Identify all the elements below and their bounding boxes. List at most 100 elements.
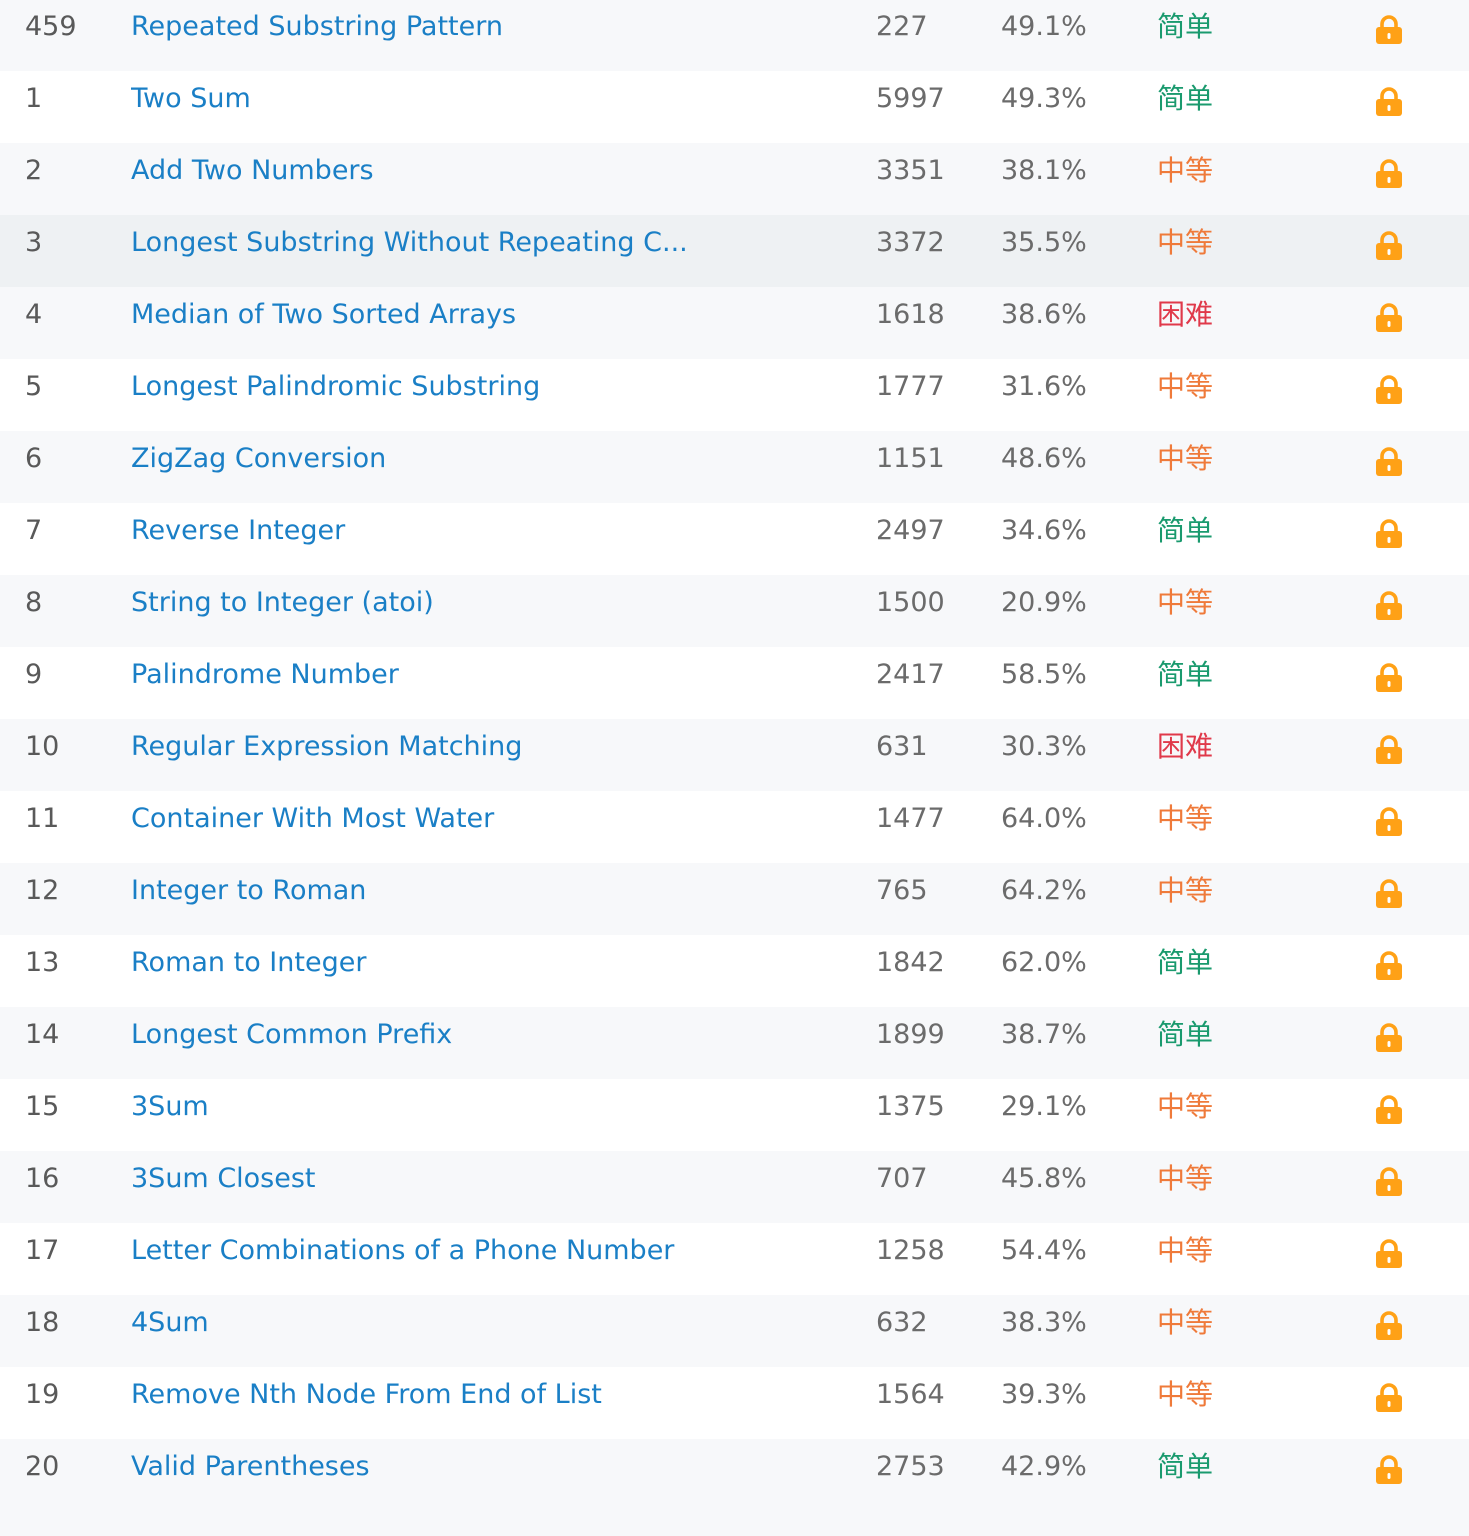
table-row[interactable]: 1 Two Sum 5997 49.3% 简单 bbox=[0, 71, 1469, 143]
solution-count: 1899 bbox=[876, 1019, 945, 1050]
problem-title-link[interactable]: Longest Common Prefix bbox=[131, 1007, 731, 1079]
difficulty-label: 中等 bbox=[1157, 1306, 1214, 1339]
acceptance-rate: 35.5% bbox=[1001, 227, 1087, 258]
problem-id: 6 bbox=[25, 443, 43, 474]
difficulty-label: 中等 bbox=[1157, 586, 1214, 619]
premium-lock[interactable] bbox=[1375, 863, 1403, 935]
solution-count: 765 bbox=[876, 875, 928, 906]
premium-lock[interactable] bbox=[1375, 1367, 1403, 1439]
table-row[interactable]: 15 3Sum 1375 29.1% 中等 bbox=[0, 1079, 1469, 1151]
table-row[interactable]: 7 Reverse Integer 2497 34.6% 简单 bbox=[0, 503, 1469, 575]
problem-title-link[interactable]: 4Sum bbox=[131, 1295, 731, 1367]
problem-title-link[interactable]: 3Sum Closest bbox=[131, 1151, 731, 1223]
problem-title-link[interactable]: ZigZag Conversion bbox=[131, 431, 731, 503]
lock-icon bbox=[1376, 591, 1402, 620]
difficulty-label: 中等 bbox=[1157, 1090, 1214, 1123]
problem-title-link[interactable]: 3Sum bbox=[131, 1079, 731, 1151]
premium-lock[interactable] bbox=[1375, 503, 1403, 575]
difficulty-label: 中等 bbox=[1157, 1378, 1214, 1411]
lock-icon bbox=[1376, 735, 1402, 764]
premium-lock[interactable] bbox=[1375, 647, 1403, 719]
acceptance-rate: 39.3% bbox=[1001, 1379, 1087, 1410]
premium-lock[interactable] bbox=[1375, 1295, 1403, 1367]
table-row[interactable]: 18 4Sum 632 38.3% 中等 bbox=[0, 1295, 1469, 1367]
problem-title-link[interactable]: Letter Combinations of a Phone Number bbox=[131, 1223, 731, 1295]
premium-lock[interactable] bbox=[1375, 71, 1403, 143]
premium-lock[interactable] bbox=[1375, 0, 1403, 71]
table-row[interactable]: 14 Longest Common Prefix 1899 38.7% 简单 bbox=[0, 1007, 1469, 1079]
acceptance-rate: 20.9% bbox=[1001, 587, 1087, 618]
problem-id: 18 bbox=[25, 1307, 60, 1338]
problem-title-link[interactable]: Median of Two Sorted Arrays bbox=[131, 287, 731, 359]
premium-lock[interactable] bbox=[1375, 1151, 1403, 1223]
problem-title-link[interactable]: Longest Palindromic Substring bbox=[131, 359, 731, 431]
problem-title-link[interactable]: Roman to Integer bbox=[131, 935, 731, 1007]
problem-title-link[interactable]: Reverse Integer bbox=[131, 503, 731, 575]
premium-lock[interactable] bbox=[1375, 1079, 1403, 1151]
table-row[interactable]: 8 String to Integer (atoi) 1500 20.9% 中等 bbox=[0, 575, 1469, 647]
premium-lock[interactable] bbox=[1375, 215, 1403, 287]
problem-title-link[interactable]: Add Two Numbers bbox=[131, 143, 731, 215]
table-row[interactable]: 3 Longest Substring Without Repeating C..… bbox=[0, 215, 1469, 287]
premium-lock[interactable] bbox=[1375, 935, 1403, 1007]
premium-lock[interactable] bbox=[1375, 719, 1403, 791]
solution-count: 1564 bbox=[876, 1379, 945, 1410]
table-row[interactable]: 13 Roman to Integer 1842 62.0% 简单 bbox=[0, 935, 1469, 1007]
problem-title-link[interactable]: Container With Most Water bbox=[131, 791, 731, 863]
table-row[interactable]: 19 Remove Nth Node From End of List 1564 39… bbox=[0, 1367, 1469, 1439]
problem-title-link[interactable]: Remove Nth Node From End of List bbox=[131, 1367, 731, 1439]
acceptance-rate: 62.0% bbox=[1001, 947, 1087, 978]
problem-title-link[interactable]: Palindrome Number bbox=[131, 647, 731, 719]
premium-lock[interactable] bbox=[1375, 1223, 1403, 1295]
table-row[interactable]: 6 ZigZag Conversion 1151 48.6% 中等 bbox=[0, 431, 1469, 503]
problem-title-link[interactable]: Two Sum bbox=[131, 71, 731, 143]
premium-lock[interactable] bbox=[1375, 359, 1403, 431]
table-row[interactable]: 459 Repeated Substring Pattern 227 49.1% 简单 bbox=[0, 0, 1469, 71]
problem-title-link[interactable]: Longest Substring Without Repeating C... bbox=[131, 215, 731, 287]
table-row[interactable]: 20 Valid Parentheses 2753 42.9% 简单 bbox=[0, 1439, 1469, 1511]
premium-lock[interactable] bbox=[1375, 575, 1403, 647]
problem-id: 19 bbox=[25, 1379, 60, 1410]
acceptance-rate: 54.4% bbox=[1001, 1235, 1087, 1266]
problem-id: 16 bbox=[25, 1163, 60, 1194]
problem-title-link[interactable]: Valid Parentheses bbox=[131, 1439, 731, 1511]
problem-title-link[interactable]: String to Integer (atoi) bbox=[131, 575, 731, 647]
solution-count: 5997 bbox=[876, 83, 945, 114]
table-row[interactable]: 10 Regular Expression Matching 631 30.3% 困难 bbox=[0, 719, 1469, 791]
lock-icon bbox=[1376, 951, 1402, 980]
premium-lock[interactable] bbox=[1375, 1007, 1403, 1079]
difficulty-label: 中等 bbox=[1157, 802, 1214, 835]
difficulty-label: 困难 bbox=[1157, 730, 1214, 763]
problem-title-link[interactable]: Integer to Roman bbox=[131, 863, 731, 935]
table-row[interactable]: 17 Letter Combinations of a Phone Number 1… bbox=[0, 1223, 1469, 1295]
problem-id: 5 bbox=[25, 371, 43, 402]
table-row[interactable]: 11 Container With Most Water 1477 64.0% 中等 bbox=[0, 791, 1469, 863]
difficulty-label: 困难 bbox=[1157, 298, 1214, 331]
lock-icon bbox=[1376, 159, 1402, 188]
table-row[interactable]: 16 3Sum Closest 707 45.8% 中等 bbox=[0, 1151, 1469, 1223]
lock-icon bbox=[1376, 447, 1402, 476]
premium-lock[interactable] bbox=[1375, 791, 1403, 863]
solution-count: 227 bbox=[876, 11, 928, 42]
difficulty-label: 中等 bbox=[1157, 370, 1214, 403]
solution-count: 632 bbox=[876, 1307, 928, 1338]
table-row[interactable]: 4 Median of Two Sorted Arrays 1618 38.6% 困难 bbox=[0, 287, 1469, 359]
solution-count: 1258 bbox=[876, 1235, 945, 1266]
premium-lock[interactable] bbox=[1375, 1439, 1403, 1511]
premium-lock[interactable] bbox=[1375, 143, 1403, 215]
lock-icon bbox=[1376, 375, 1402, 404]
acceptance-rate: 45.8% bbox=[1001, 1163, 1087, 1194]
premium-lock[interactable] bbox=[1375, 287, 1403, 359]
problem-id: 459 bbox=[25, 11, 77, 42]
table-row[interactable]: 2 Add Two Numbers 3351 38.1% 中等 bbox=[0, 143, 1469, 215]
acceptance-rate: 34.6% bbox=[1001, 515, 1087, 546]
table-row[interactable]: 12 Integer to Roman 765 64.2% 中等 bbox=[0, 863, 1469, 935]
solution-count: 1618 bbox=[876, 299, 945, 330]
problem-id: 15 bbox=[25, 1091, 60, 1122]
problem-title-link[interactable]: Regular Expression Matching bbox=[131, 719, 731, 791]
premium-lock[interactable] bbox=[1375, 431, 1403, 503]
table-row[interactable]: 5 Longest Palindromic Substring 1777 31.6% 中… bbox=[0, 359, 1469, 431]
problem-title-link[interactable]: Repeated Substring Pattern bbox=[131, 0, 731, 71]
problem-id: 17 bbox=[25, 1235, 60, 1266]
table-row[interactable]: 9 Palindrome Number 2417 58.5% 简单 bbox=[0, 647, 1469, 719]
